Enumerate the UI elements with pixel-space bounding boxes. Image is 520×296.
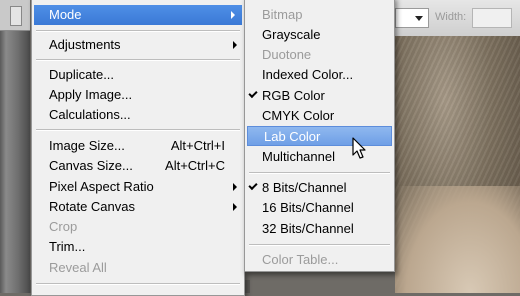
menu-item-label: Lab Color [264, 129, 321, 144]
checkmark-icon [248, 180, 258, 191]
chevron-down-icon [415, 16, 423, 21]
menu-item-label: Grayscale [262, 27, 321, 42]
submenu-arrow-icon [233, 183, 237, 191]
menu-item-label: 8 Bits/Channel [262, 180, 347, 195]
menu-item-label: Canvas Size... [49, 158, 133, 173]
menu-item-label: Reveal All [49, 260, 107, 275]
app-left-panel [0, 0, 30, 293]
image-menu: Mode Adjustments Duplicate... Apply Imag… [31, 0, 245, 296]
menu-item-mode[interactable]: Mode [34, 5, 242, 25]
menu-item-trim[interactable]: Trim... [32, 237, 244, 257]
submenu-item-lab-color[interactable]: Lab Color [247, 126, 392, 146]
menu-item-label: Indexed Color... [262, 67, 354, 82]
submenu-item-color-table[interactable]: Color Table... [245, 250, 394, 270]
menu-item-label: Image Size... [49, 138, 125, 153]
menu-item-adjustments[interactable]: Adjustments [32, 35, 244, 55]
menu-item-pixel-aspect-ratio[interactable]: Pixel Aspect Ratio [32, 177, 244, 197]
submenu-arrow-icon [233, 203, 237, 211]
menu-separator [36, 129, 240, 131]
menu-item-label: RGB Color [262, 88, 325, 103]
menu-item-label: 16 Bits/Channel [262, 200, 354, 215]
width-input[interactable] [472, 8, 512, 28]
menu-item-label: Color Table... [262, 252, 339, 267]
submenu-item-32-bits[interactable]: 32 Bits/Channel [245, 219, 394, 239]
menu-item-image-size[interactable]: Image Size... Alt+Ctrl+I [32, 136, 244, 156]
menu-separator [249, 172, 390, 174]
menu-item-label: Pixel Aspect Ratio [49, 179, 154, 194]
menu-separator [249, 244, 390, 246]
menu-item-apply-image[interactable]: Apply Image... [32, 85, 244, 105]
menu-item-label: CMYK Color [262, 108, 335, 123]
options-bar-left [0, 0, 30, 31]
menu-item-label: Crop [49, 219, 78, 234]
menu-item-duplicate[interactable]: Duplicate... [32, 65, 244, 85]
menu-item-reveal-all[interactable]: Reveal All [32, 258, 244, 278]
menu-item-canvas-size[interactable]: Canvas Size... Alt+Ctrl+C [32, 156, 244, 176]
menu-item-label: Apply Image... [49, 87, 133, 102]
menu-separator [36, 59, 240, 61]
menu-separator [36, 283, 240, 285]
menu-item-label: Rotate Canvas [49, 199, 135, 214]
options-bar: Width: [395, 0, 520, 37]
width-label: Width: [435, 11, 467, 23]
menu-item-label: Trim... [49, 239, 86, 254]
menu-item-label: 32 Bits/Channel [262, 221, 354, 236]
menu-item-label: Multichannel [262, 149, 335, 164]
menu-item-shortcut: Alt+Ctrl+C [165, 158, 225, 173]
submenu-item-bitmap[interactable]: Bitmap [245, 5, 394, 25]
submenu-item-cmyk-color[interactable]: CMYK Color [245, 106, 394, 126]
submenu-item-rgb-color[interactable]: RGB Color [245, 86, 394, 106]
menu-separator [36, 30, 240, 32]
menu-item-label: Duplicate... [49, 67, 115, 82]
menu-item-calculations[interactable]: Calculations... [32, 105, 244, 125]
checkmark-icon [248, 88, 258, 99]
style-dropdown[interactable] [395, 8, 429, 28]
menu-item-crop[interactable]: Crop [32, 217, 244, 237]
submenu-item-duotone[interactable]: Duotone [245, 45, 394, 65]
photo-skin-region [395, 186, 520, 293]
submenu-item-indexed-color[interactable]: Indexed Color... [245, 65, 394, 85]
submenu-item-16-bits[interactable]: 16 Bits/Channel [245, 198, 394, 218]
menu-item-label: Calculations... [49, 107, 131, 122]
menu-item-label: Adjustments [49, 37, 121, 52]
submenu-arrow-icon [233, 41, 237, 49]
mode-submenu: Bitmap Grayscale Duotone Indexed Color..… [244, 0, 395, 272]
submenu-item-multichannel[interactable]: Multichannel [245, 147, 394, 167]
document-canvas-photo [395, 36, 520, 293]
submenu-arrow-icon [231, 11, 235, 19]
toolbar-grip [10, 6, 22, 26]
menu-item-shortcut: Alt+Ctrl+I [170, 138, 225, 153]
menu-item-label: Bitmap [262, 7, 303, 22]
menu-item-rotate-canvas[interactable]: Rotate Canvas [32, 197, 244, 217]
menu-item-label: Mode [49, 7, 82, 22]
submenu-item-grayscale[interactable]: Grayscale [245, 25, 394, 45]
menu-item-label: Duotone [262, 47, 312, 62]
mouse-pointer-icon [352, 137, 366, 159]
submenu-item-8-bits[interactable]: 8 Bits/Channel [245, 178, 394, 198]
